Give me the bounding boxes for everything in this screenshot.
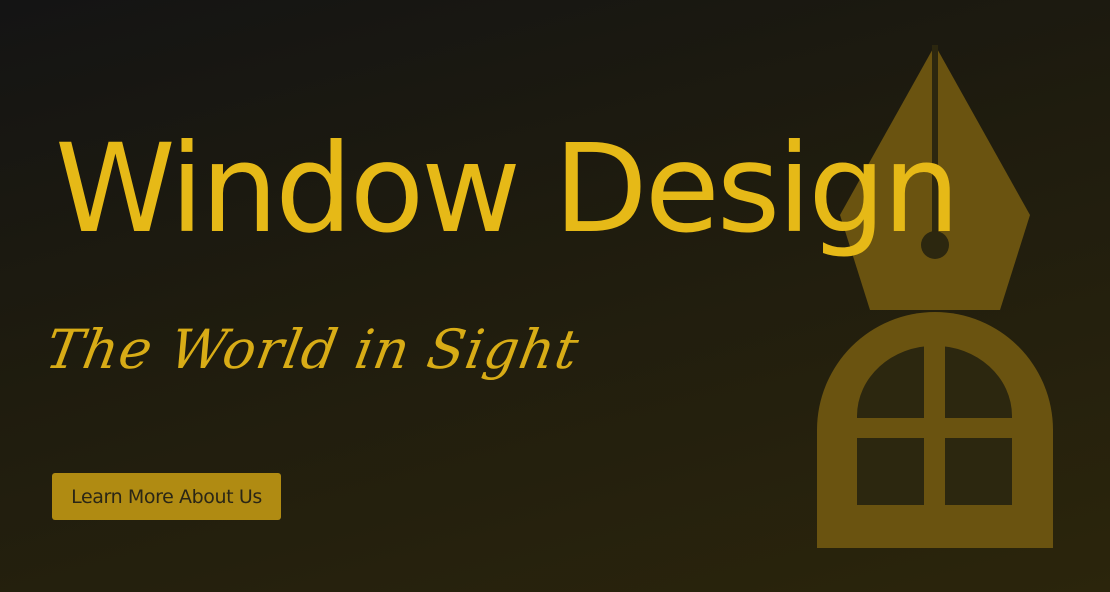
hero-tagline: The World in Sight: [41, 318, 584, 381]
hero-banner: Window Design The World in Sight Learn M…: [0, 0, 1110, 592]
pen-nib-window-icon: [817, 45, 1053, 548]
learn-more-button[interactable]: Learn More About Us: [52, 473, 281, 520]
hero-title: Window Design: [55, 118, 960, 260]
